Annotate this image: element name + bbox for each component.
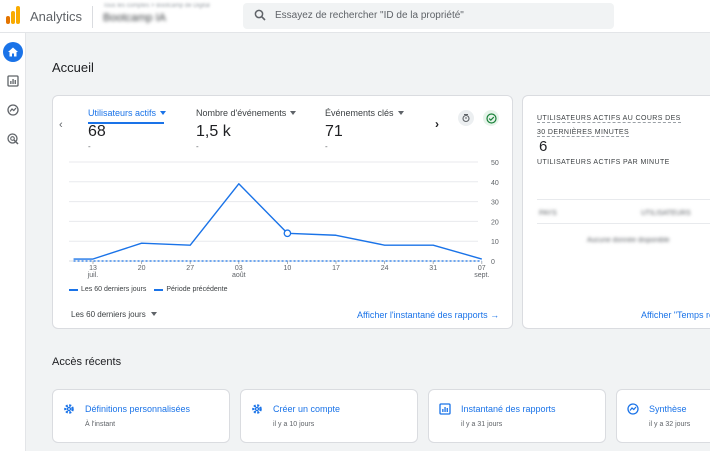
y-tick-label: 40 (491, 180, 499, 187)
recent-item-create-account[interactable]: Créer un compte il y a 10 jours (240, 389, 418, 443)
search-placeholder: Essayez de rechercher "ID de la propriét… (275, 10, 464, 21)
nav-explore[interactable] (3, 100, 23, 120)
x-tick-label-month: juil. (87, 272, 99, 279)
x-tick-label: 24 (381, 265, 389, 272)
app-name: Analytics (30, 9, 83, 24)
explore-icon (7, 104, 19, 116)
top-bar: Analytics Tous les comptes > Bootcamp de… (0, 0, 710, 33)
caret-down-icon (150, 312, 157, 316)
legend-item-current: Les 60 derniers jours (69, 286, 146, 293)
realtime-empty-state: Aucune donnée disponible (587, 237, 670, 244)
x-tick-label: 31 (429, 265, 437, 272)
divider (537, 199, 710, 200)
recent-item-reports-snapshot[interactable]: Instantané des rapports il y a 31 jours (428, 389, 606, 443)
account-selector[interactable]: Bootcamp IA (103, 12, 166, 24)
y-tick-label: 30 (491, 200, 499, 207)
divider (537, 223, 710, 224)
nav-reports[interactable] (3, 71, 23, 91)
recent-item-time: À l'instant (85, 421, 116, 428)
nav-home[interactable] (3, 42, 23, 62)
recent-item-time: il y a 10 jours (273, 421, 315, 428)
gear-icon (64, 404, 74, 414)
advertising-icon (7, 133, 19, 145)
left-nav-rail (0, 33, 26, 451)
recent-item-custom-definitions[interactable]: Définitions personnalisées À l'instant (52, 389, 230, 443)
legend-swatch (69, 288, 78, 291)
y-tick-label: 20 (491, 219, 499, 226)
x-tick-label: 17 (332, 265, 340, 272)
recent-item-label: Créer un compte (273, 404, 341, 414)
x-tick-label: 20 (138, 265, 146, 272)
x-tick-label: 27 (186, 265, 194, 272)
realtime-col-users: UTILISATEURS (641, 210, 691, 217)
y-tick-label: 10 (491, 239, 499, 246)
recent-item-label: Définitions personnalisées (85, 404, 191, 414)
arrow-right-icon: → (490, 310, 500, 320)
y-tick-label: 50 (491, 160, 499, 167)
report-icon (439, 403, 451, 415)
trend-icon (627, 403, 639, 415)
realtime-col-country: PAYS (539, 210, 557, 217)
view-reports-snapshot-link[interactable]: Afficher l'instantané des rapports → (357, 310, 499, 320)
search-icon (254, 9, 266, 21)
account-path[interactable]: Tous les comptes > Bootcamp de Digital (103, 3, 210, 9)
recent-item-time: il y a 32 jours (649, 421, 691, 428)
analytics-logo-icon[interactable] (6, 6, 20, 24)
active-users-chart: 0 10 20 30 40 50 13juil. 20 27 03août 10 17 24 31 07se… (69, 160, 499, 279)
view-realtime-link[interactable]: Afficher "Temps ré (641, 310, 710, 320)
realtime-title[interactable]: UTILISATEURS ACTIFS AU COURS DES 30 DERNI… (537, 112, 681, 140)
recent-item-label: Synthèse (649, 404, 687, 414)
divider (92, 6, 93, 28)
page-title: Accueil (52, 60, 94, 75)
x-tick-label: 07 (478, 265, 486, 272)
realtime-per-minute-title: UTILISATEURS ACTIFS PAR MINUTE (537, 159, 670, 166)
recent-access-title: Accès récents (52, 356, 122, 368)
nav-advertising[interactable] (3, 129, 23, 149)
gear-icon (252, 404, 262, 414)
x-tick-label-month: août (232, 272, 246, 279)
x-tick-label-month: sept. (474, 272, 489, 279)
home-icon (8, 47, 18, 57)
data-point-highlight (283, 229, 292, 238)
x-tick-label: 13 (89, 265, 97, 272)
date-range-selector[interactable]: Les 60 derniers jours (71, 310, 157, 319)
recent-item-label: Instantané des rapports (461, 404, 556, 414)
recent-item-time: il y a 31 jours (461, 421, 503, 428)
realtime-card: UTILISATEURS ACTIFS AU COURS DES 30 DERNI… (522, 95, 710, 329)
search-input[interactable]: Essayez de rechercher "ID de la propriét… (243, 3, 614, 29)
chart-legend: Les 60 derniers jours Période précédente (69, 286, 227, 293)
x-tick-label: 10 (284, 265, 292, 272)
overview-card: ‹ Utilisateurs actifs 68 - Nombre d'évén… (52, 95, 513, 329)
legend-swatch (154, 288, 164, 291)
x-tick-label: 03 (235, 265, 243, 272)
y-tick-label: 0 (491, 259, 495, 266)
recent-item-summary[interactable]: Synthèse il y a 32 jours (616, 389, 710, 443)
realtime-value: 6 (539, 138, 548, 155)
reports-icon (7, 75, 19, 87)
legend-item-previous: Période précédente (154, 286, 227, 293)
